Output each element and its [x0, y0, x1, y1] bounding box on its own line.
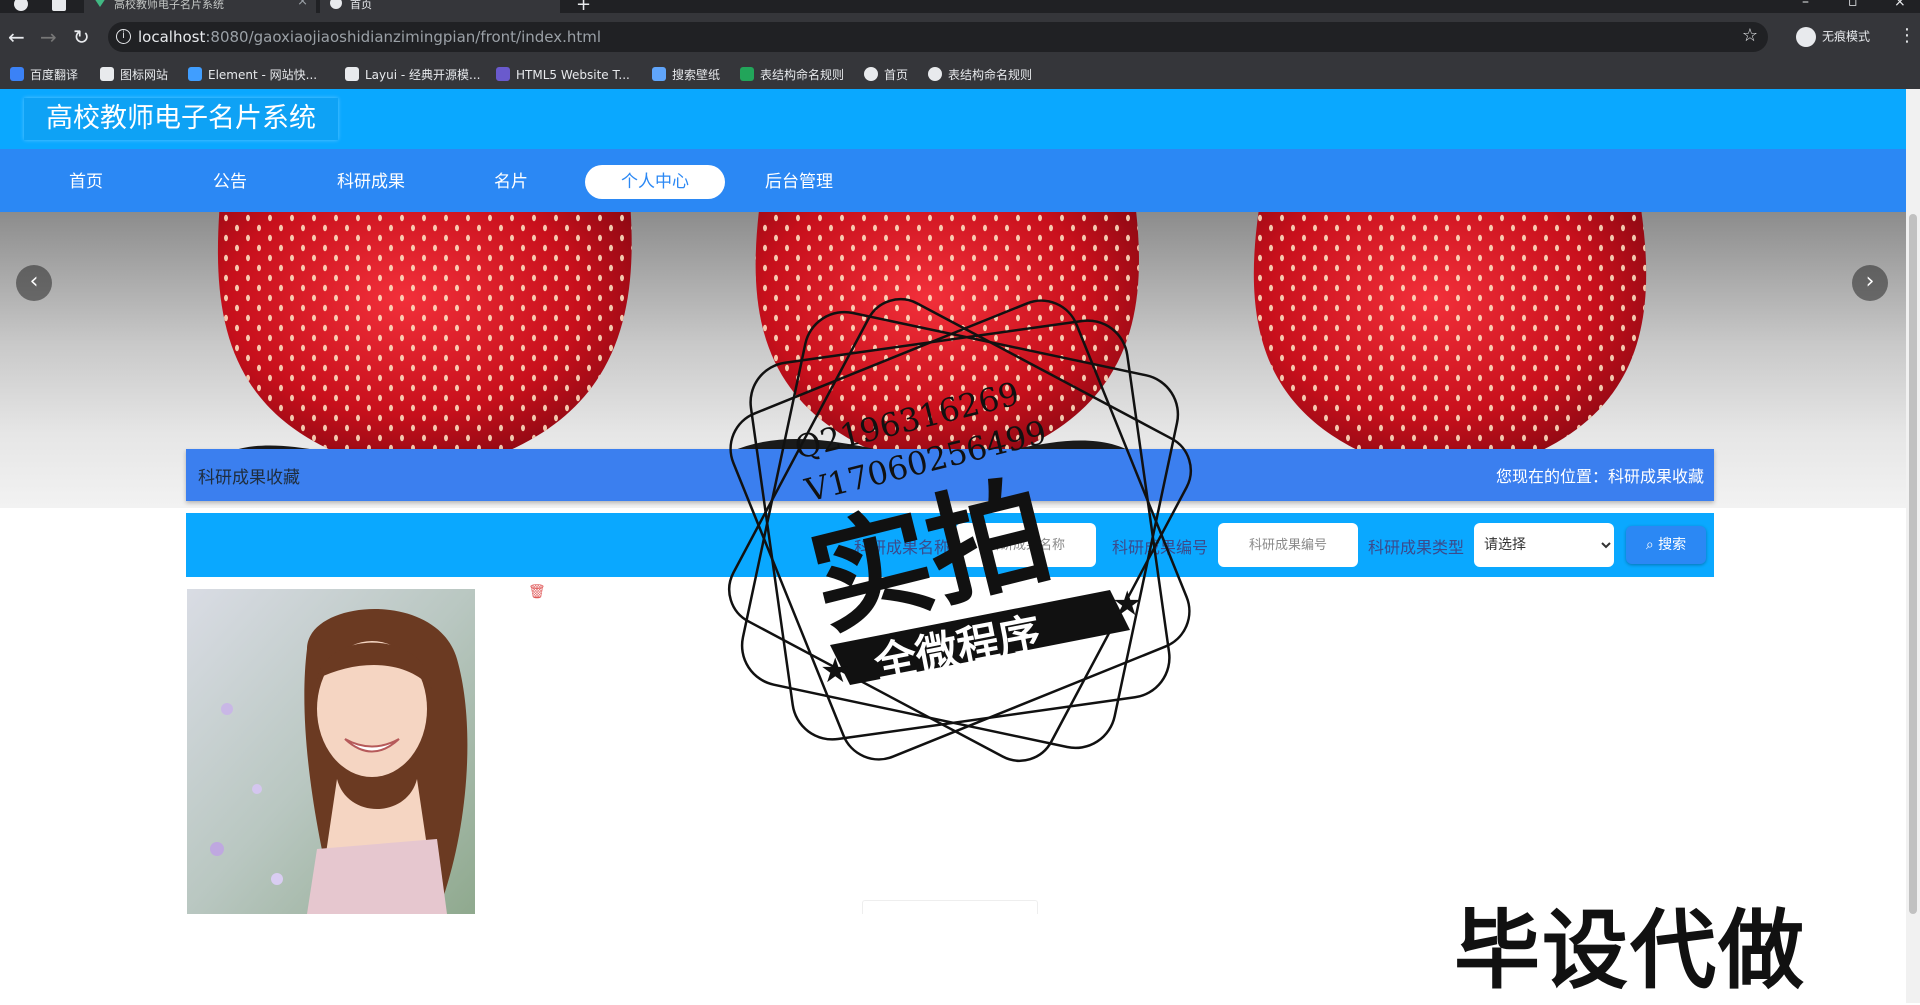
tab-search-icon[interactable] — [52, 0, 66, 11]
search-button[interactable]: ⌕ 搜索 — [1626, 526, 1706, 564]
flag-icon — [100, 67, 114, 81]
site-title: 高校教师电子名片系统 — [24, 98, 338, 140]
code-label: 科研成果编号 — [1112, 538, 1209, 557]
html5-icon — [496, 67, 510, 81]
tab-title: 高校教师电子名片系统 — [114, 0, 224, 11]
incognito-indicator[interactable]: 无痕模式 — [1796, 27, 1870, 47]
bookmark-item[interactable]: 图标网站 — [100, 67, 168, 83]
menu-icon[interactable]: ⋮ — [1898, 25, 1916, 46]
chevron-right-icon[interactable]: › — [1852, 265, 1888, 301]
main-nav: 首页 公告 科研成果 名片 个人中心 后台管理 — [0, 149, 1906, 212]
bookmarks-bar: 百度翻译 图标网站 Element - 网站快... Layui - 经典开源模… — [0, 63, 1920, 89]
layui-icon — [345, 67, 359, 81]
scrollbar-thumb[interactable] — [1909, 214, 1917, 914]
nav-item-home[interactable]: 首页 — [16, 165, 156, 199]
url-text[interactable]: localhost:8080/gaoxiaojiaoshidianzimingp… — [138, 28, 601, 46]
portrait-photo — [187, 589, 475, 914]
bookmark-item[interactable]: Layui - 经典开源模... — [345, 67, 480, 83]
bookmark-star-icon[interactable]: ☆ — [1742, 25, 1758, 46]
back-icon[interactable]: ← — [8, 25, 25, 49]
globe-icon — [928, 67, 942, 81]
minimize-icon[interactable]: – — [1802, 0, 1809, 10]
delete-icon[interactable]: 🗑 — [528, 584, 546, 600]
nav-item-research[interactable]: 科研成果 — [301, 165, 441, 199]
browser-toolbar: ← → ↻ i localhost:8080/gaoxiaojiaoshidia… — [0, 13, 1920, 63]
type-select[interactable]: 请选择 — [1474, 523, 1614, 567]
close-icon[interactable]: × — [297, 0, 308, 9]
search-icon: ⌕ — [1645, 537, 1654, 553]
element-icon — [188, 67, 202, 81]
bookmark-item[interactable]: 百度翻译 — [10, 67, 78, 83]
chevron-left-icon[interactable]: ‹ — [16, 265, 52, 301]
address-bar[interactable]: i localhost:8080/gaoxiaojiaoshidianzimin… — [108, 22, 1768, 52]
nav-item-personal-center[interactable]: 个人中心 — [585, 165, 725, 199]
section-title-bar: 科研成果收藏 您现在的位置：科研成果收藏 — [186, 449, 1714, 501]
bookmark-item[interactable]: 首页 — [864, 67, 908, 83]
close-window-icon[interactable]: × — [1894, 0, 1906, 10]
bookmark-item[interactable]: 表结构命名规则 — [740, 67, 844, 83]
wallpaper-icon — [652, 67, 666, 81]
nav-item-notice[interactable]: 公告 — [160, 165, 300, 199]
tab-title: 首页 — [350, 0, 372, 11]
nav-item-card[interactable]: 名片 — [441, 165, 581, 199]
browser-tab-strip: 高校教师电子名片系统 × 首页 + – ▫ × — [0, 0, 1920, 13]
bookmark-item[interactable]: 搜索壁纸 — [652, 67, 720, 83]
type-label: 科研成果类型 — [1368, 538, 1465, 557]
search-bar: 科研成果名称 科研成果编号 科研成果类型 请选择 ⌕ 搜索 — [186, 513, 1714, 577]
code-search-input[interactable] — [1218, 523, 1358, 567]
watermark-corner-text: 毕设代做 — [1454, 901, 1806, 1001]
globe-icon — [864, 67, 878, 81]
reload-icon[interactable]: ↻ — [73, 25, 90, 49]
pagination — [862, 900, 1038, 914]
bookmark-item[interactable]: Element - 网站快... — [188, 67, 317, 83]
maximize-icon[interactable]: ▫ — [1848, 0, 1858, 10]
chrome-icon[interactable] — [14, 0, 28, 11]
bookmark-item[interactable]: HTML5 Website T... — [496, 67, 630, 83]
name-search-input[interactable] — [956, 523, 1096, 567]
translate-icon — [10, 67, 24, 81]
section-title: 科研成果收藏 — [198, 468, 300, 488]
globe-icon — [330, 0, 342, 9]
sheet-icon — [740, 67, 754, 81]
name-label: 科研成果名称 — [854, 538, 951, 557]
incognito-icon — [1796, 27, 1816, 47]
breadcrumb: 您现在的位置：科研成果收藏 — [1495, 467, 1704, 486]
bookmark-item[interactable]: 表结构命名规则 — [928, 67, 1032, 83]
page-scrollbar[interactable] — [1906, 89, 1920, 1003]
forward-icon[interactable]: → — [40, 25, 57, 49]
vue-icon — [94, 0, 106, 7]
browser-tab-system[interactable]: 高校教师电子名片系统 × — [84, 0, 316, 13]
breadcrumb-current[interactable]: 科研成果收藏 — [1608, 467, 1704, 486]
site-header: 高校教师电子名片系统 — [0, 89, 1906, 149]
new-tab-icon[interactable]: + — [576, 0, 591, 13]
nav-item-admin[interactable]: 后台管理 — [729, 165, 869, 199]
browser-tab-home[interactable]: 首页 — [320, 0, 560, 13]
favorite-card-image[interactable] — [187, 589, 475, 914]
site-info-icon[interactable]: i — [116, 29, 131, 44]
